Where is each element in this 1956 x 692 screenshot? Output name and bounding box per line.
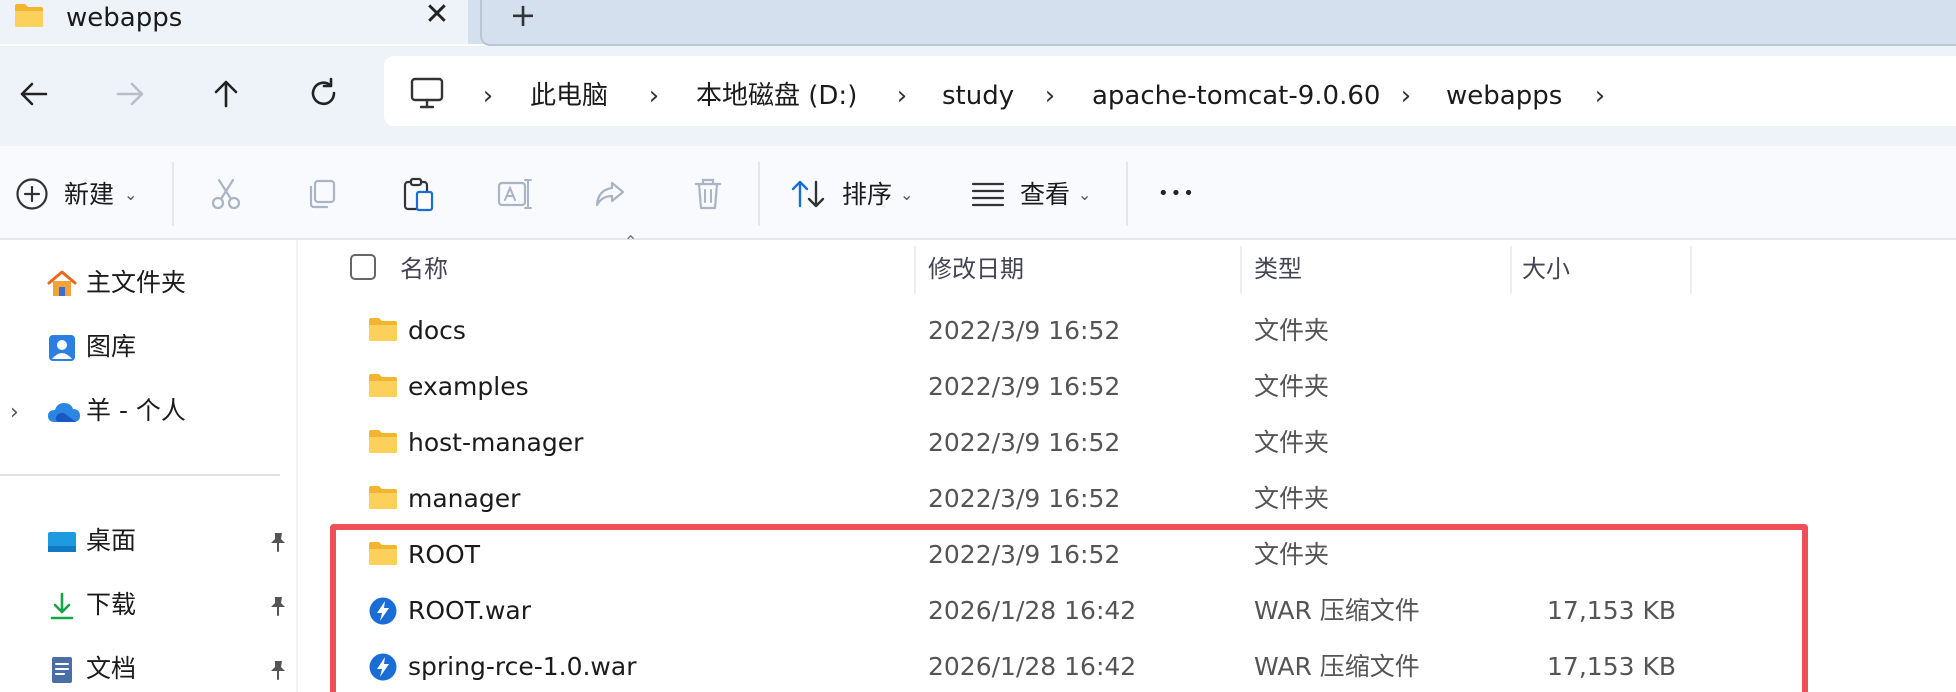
file-type: 文件夹 — [1254, 428, 1330, 457]
folder-icon — [369, 486, 397, 509]
breadcrumb-separator[interactable]: › — [892, 78, 912, 114]
home-icon — [47, 270, 77, 296]
navigation-pane — [0, 240, 298, 692]
folder-icon — [369, 318, 397, 341]
sort-ascending-indicator: ⌃ — [624, 232, 638, 251]
refresh-icon[interactable] — [302, 72, 346, 116]
view-list-icon[interactable] — [970, 178, 1006, 210]
file-modified: 2022/3/9 16:52 — [928, 484, 1121, 513]
breadcrumb-separator[interactable]: › — [1590, 78, 1610, 114]
tab-title: webapps — [66, 3, 183, 33]
column-divider[interactable] — [1690, 246, 1692, 294]
toolbar-divider — [758, 162, 760, 226]
sidebar-item-downloads[interactable]: 下载 — [86, 588, 136, 622]
breadcrumb-local-disk[interactable]: 本地磁盘 (D:) — [696, 78, 857, 114]
new-plus-circle-icon[interactable] — [14, 176, 50, 212]
chevron-down-icon[interactable]: ⌄ — [900, 182, 913, 208]
file-type: 文件夹 — [1254, 316, 1330, 345]
column-divider[interactable] — [1240, 246, 1242, 294]
rename-icon[interactable] — [494, 174, 534, 214]
chevron-down-icon[interactable]: ⌄ — [1078, 182, 1091, 208]
sort-icon[interactable] — [788, 176, 828, 212]
tab-close-button[interactable]: ✕ — [420, 0, 454, 32]
sidebar-item-home[interactable]: 主文件夹 — [86, 266, 186, 300]
sidebar-item-onedrive[interactable]: 羊 - 个人 — [86, 394, 186, 428]
this-pc-icon[interactable] — [408, 76, 446, 112]
paste-icon[interactable] — [398, 174, 438, 214]
folder-icon — [369, 430, 397, 453]
share-icon[interactable] — [590, 174, 630, 214]
folder-icon — [15, 4, 43, 27]
highlight-annotation-box — [330, 524, 1808, 692]
document-icon — [52, 657, 72, 683]
chevron-down-icon[interactable]: ⌄ — [124, 182, 137, 208]
breadcrumb-study[interactable]: study — [942, 78, 1014, 114]
toolbar-divider — [1126, 162, 1128, 226]
file-modified: 2022/3/9 16:52 — [928, 316, 1121, 345]
column-divider[interactable] — [914, 246, 916, 294]
file-name[interactable]: examples — [408, 370, 529, 404]
breadcrumb-separator[interactable]: › — [644, 78, 664, 114]
chevron-right-icon[interactable]: › — [10, 396, 19, 430]
breadcrumb-webapps[interactable]: webapps — [1446, 78, 1562, 114]
sidebar-divider — [0, 474, 280, 476]
pin-icon[interactable] — [266, 594, 290, 618]
delete-trash-icon[interactable] — [688, 174, 728, 214]
download-icon — [50, 592, 74, 620]
column-header-modified[interactable]: 修改日期 — [928, 252, 1024, 286]
pin-icon[interactable] — [266, 658, 290, 682]
column-header-name[interactable]: 名称 — [400, 252, 448, 286]
sidebar-item-documents[interactable]: 文档 — [86, 652, 136, 686]
gallery-icon — [49, 335, 75, 361]
breadcrumb-separator[interactable]: › — [1040, 78, 1060, 114]
sidebar-item-gallery[interactable]: 图库 — [86, 330, 136, 364]
copy-icon[interactable] — [302, 174, 342, 214]
file-modified: 2022/3/9 16:52 — [928, 428, 1121, 457]
breadcrumb-this-pc[interactable]: 此电脑 — [530, 78, 608, 114]
back-arrow-icon[interactable] — [12, 72, 56, 116]
tab-strip-empty-area[interactable] — [480, 0, 1956, 46]
onedrive-icon — [48, 403, 80, 422]
file-name[interactable]: docs — [408, 314, 466, 348]
column-header-size[interactable]: 大小 — [1522, 252, 1570, 286]
breadcrumb-separator[interactable]: › — [478, 78, 498, 114]
cut-icon[interactable] — [206, 174, 246, 214]
file-type: 文件夹 — [1254, 372, 1330, 401]
breadcrumb-separator[interactable]: › — [1396, 78, 1416, 114]
new-button-label[interactable]: 新建 — [64, 178, 114, 212]
up-arrow-icon[interactable] — [204, 72, 248, 116]
desktop-icon — [48, 532, 76, 552]
column-header-type[interactable]: 类型 — [1254, 252, 1302, 286]
view-button-label[interactable]: 查看 — [1020, 178, 1070, 212]
file-type: 文件夹 — [1254, 484, 1330, 513]
select-all-checkbox[interactable] — [350, 254, 376, 280]
file-name[interactable]: manager — [408, 482, 520, 516]
toolbar-divider — [172, 162, 174, 226]
breadcrumb-tomcat[interactable]: apache-tomcat-9.0.60 — [1092, 78, 1380, 114]
sidebar-item-desktop[interactable]: 桌面 — [86, 524, 136, 558]
more-options-icon[interactable]: ••• — [1158, 176, 1196, 212]
column-divider[interactable] — [1510, 246, 1512, 294]
file-modified: 2022/3/9 16:52 — [928, 372, 1121, 401]
pin-icon[interactable] — [266, 530, 290, 554]
pane-divider[interactable] — [296, 240, 298, 692]
folder-icon — [369, 374, 397, 397]
file-name[interactable]: host-manager — [408, 426, 583, 460]
new-tab-button[interactable]: + — [506, 0, 540, 32]
sort-button-label[interactable]: 排序 — [842, 178, 892, 212]
forward-arrow-icon[interactable] — [108, 72, 152, 116]
